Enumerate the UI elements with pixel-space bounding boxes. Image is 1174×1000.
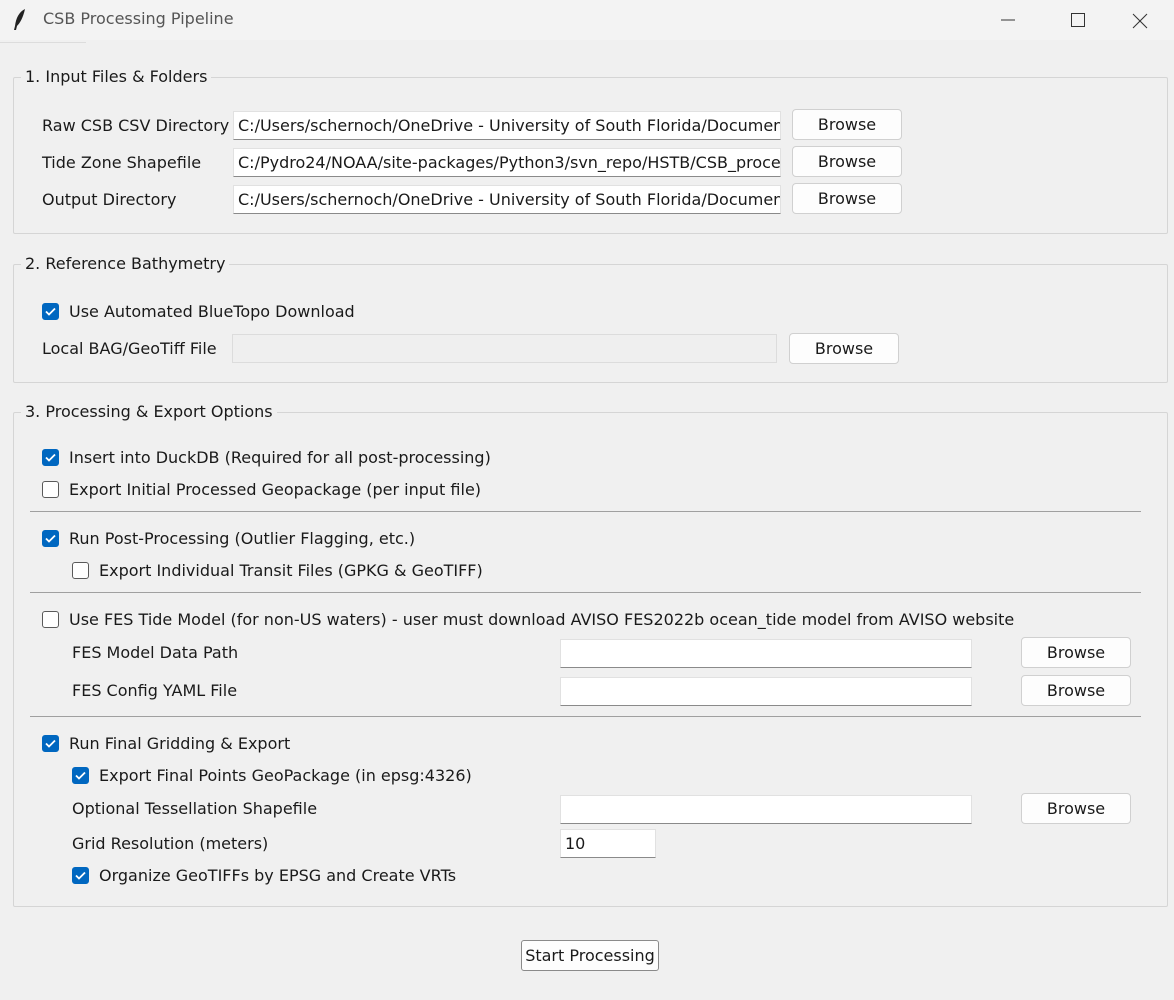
tide-zone-label: Tide Zone Shapefile — [42, 153, 202, 172]
output-dir-label: Output Directory — [42, 190, 177, 209]
separator — [30, 511, 1141, 512]
minimize-icon — [1001, 19, 1015, 21]
raw-csv-label: Raw CSB CSV Directory — [42, 116, 230, 135]
export-final-points-checkbox[interactable]: Export Final Points GeoPackage (in epsg:… — [72, 764, 472, 786]
export-transit-label: Export Individual Transit Files (GPKG & … — [99, 560, 483, 580]
tessellation-label: Optional Tessellation Shapefile — [72, 799, 318, 818]
checkbox-unchecked-icon — [42, 610, 59, 628]
export-initial-label: Export Initial Processed Geopackage (per… — [69, 479, 482, 499]
fes-checkbox[interactable]: Use FES Tide Model (for non-US waters) -… — [42, 608, 1014, 630]
tessellation-browse-button[interactable]: Browse — [1021, 793, 1131, 824]
local-file-browse-button[interactable]: Browse — [789, 333, 899, 364]
window-title: CSB Processing Pipeline — [43, 9, 234, 28]
checkbox-unchecked-icon — [72, 561, 89, 579]
duckdb-label: Insert into DuckDB (Required for all pos… — [69, 447, 491, 467]
checkbox-checked-icon — [42, 529, 59, 547]
final-gridding-checkbox[interactable]: Run Final Gridding & Export — [42, 732, 290, 754]
tide-zone-input[interactable]: C:/Pydro24/NOAA/site-packages/Python3/sv… — [233, 148, 781, 177]
output-dir-browse-button[interactable]: Browse — [792, 183, 902, 214]
local-file-label: Local BAG/GeoTiff File — [42, 339, 217, 358]
checkbox-checked-icon — [42, 734, 59, 752]
checkbox-unchecked-icon — [42, 480, 59, 498]
local-file-input[interactable] — [232, 334, 777, 363]
fes-config-label: FES Config YAML File — [72, 681, 238, 700]
minimize-button[interactable] — [973, 0, 1043, 40]
output-dir-input[interactable]: C:/Users/schernoch/OneDrive - University… — [233, 185, 781, 214]
bluetopo-label: Use Automated BlueTopo Download — [69, 301, 355, 321]
processing-options-legend: 3. Processing & Export Options — [25, 402, 273, 421]
separator — [30, 716, 1141, 717]
reference-bathymetry-legend: 2. Reference Bathymetry — [25, 254, 226, 273]
checkbox-checked-icon — [42, 302, 59, 320]
maximize-icon — [1071, 13, 1085, 27]
final-gridding-label: Run Final Gridding & Export — [69, 733, 291, 753]
post-processing-checkbox[interactable]: Run Post-Processing (Outlier Flagging, e… — [42, 527, 415, 549]
grid-resolution-input[interactable]: 10 — [560, 829, 656, 858]
raw-csv-browse-button[interactable]: Browse — [792, 109, 902, 140]
fes-data-path-label: FES Model Data Path — [72, 643, 239, 662]
export-initial-checkbox[interactable]: Export Initial Processed Geopackage (per… — [42, 478, 481, 500]
start-processing-button[interactable]: Start Processing — [521, 940, 659, 971]
title-underline — [0, 42, 86, 43]
fes-config-input[interactable] — [560, 677, 972, 706]
organize-geotiffs-label: Organize GeoTIFFs by EPSG and Create VRT… — [99, 865, 457, 885]
checkbox-checked-icon — [72, 866, 89, 884]
tessellation-input[interactable] — [560, 795, 972, 824]
checkbox-checked-icon — [42, 448, 59, 466]
checkbox-checked-icon — [72, 766, 89, 784]
export-transit-checkbox[interactable]: Export Individual Transit Files (GPKG & … — [72, 559, 483, 581]
tide-zone-browse-button[interactable]: Browse — [792, 146, 902, 177]
title-bar: CSB Processing Pipeline — [0, 0, 1174, 40]
fes-config-browse-button[interactable]: Browse — [1021, 675, 1131, 706]
fes-data-path-browse-button[interactable]: Browse — [1021, 637, 1131, 668]
separator — [30, 592, 1141, 593]
export-final-points-label: Export Final Points GeoPackage (in epsg:… — [99, 765, 472, 785]
close-button[interactable] — [1104, 0, 1174, 40]
fes-data-path-input[interactable] — [560, 639, 972, 668]
close-icon — [1132, 13, 1148, 29]
feather-icon — [14, 9, 25, 30]
raw-csv-input[interactable]: C:/Users/schernoch/OneDrive - University… — [233, 111, 781, 140]
post-processing-label: Run Post-Processing (Outlier Flagging, e… — [69, 528, 416, 548]
input-files-legend: 1. Input Files & Folders — [25, 67, 208, 86]
bluetopo-checkbox[interactable]: Use Automated BlueTopo Download — [42, 300, 355, 322]
grid-resolution-label: Grid Resolution (meters) — [72, 834, 269, 853]
fes-label: Use FES Tide Model (for non-US waters) -… — [69, 609, 1015, 629]
organize-geotiffs-checkbox[interactable]: Organize GeoTIFFs by EPSG and Create VRT… — [72, 864, 456, 886]
maximize-button[interactable] — [1043, 0, 1113, 40]
duckdb-checkbox[interactable]: Insert into DuckDB (Required for all pos… — [42, 446, 491, 468]
